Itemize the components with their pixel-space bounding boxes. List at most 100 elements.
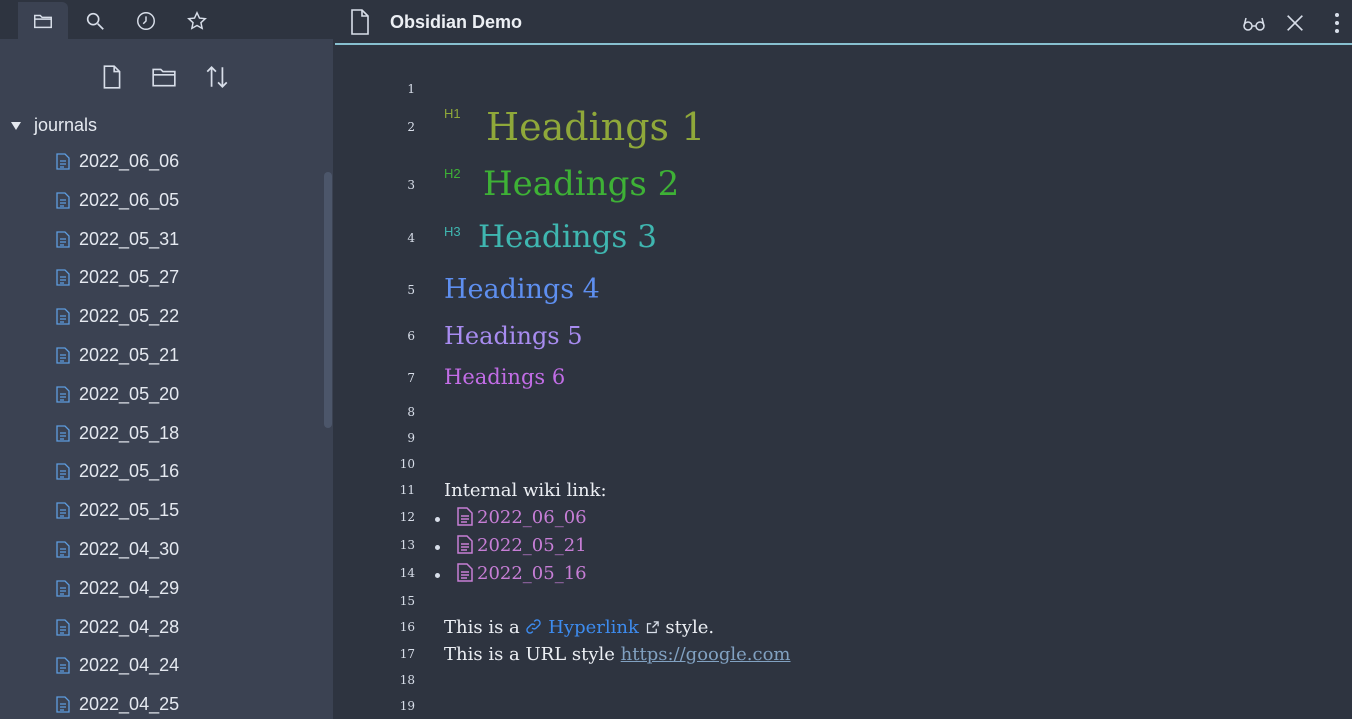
wiki-link-label: 2022_05_16 bbox=[477, 563, 587, 584]
file-icon bbox=[56, 308, 70, 325]
line-number: 15 bbox=[399, 594, 415, 608]
hyperlink-suffix: style. bbox=[665, 617, 715, 638]
file-actions-bar bbox=[0, 56, 333, 98]
file-icon bbox=[56, 347, 70, 364]
file-item[interactable]: 2022_06_06 bbox=[0, 147, 322, 177]
wiki-link[interactable]: 2022_05_21 bbox=[457, 535, 587, 556]
file-item[interactable]: 2022_05_16 bbox=[0, 457, 322, 487]
internal-link-label: Internal wiki link: bbox=[444, 480, 607, 501]
sort-button[interactable] bbox=[202, 62, 232, 92]
file-name: 2022_04_25 bbox=[79, 694, 180, 715]
heading-2: Headings 2 bbox=[483, 164, 680, 204]
tab-starred[interactable] bbox=[172, 2, 222, 39]
heading-1: Headings 1 bbox=[486, 105, 706, 149]
link-icon bbox=[526, 619, 542, 634]
file-name: 2022_05_22 bbox=[79, 306, 180, 327]
file-item[interactable]: 2022_05_31 bbox=[0, 225, 322, 255]
file-item[interactable]: 2022_04_28 bbox=[0, 613, 322, 643]
star-icon bbox=[187, 10, 207, 30]
file-icon bbox=[56, 696, 70, 713]
sidebar-scrollbar-thumb[interactable] bbox=[324, 172, 332, 428]
file-item[interactable]: 2022_04_25 bbox=[0, 690, 322, 719]
file-icon bbox=[56, 230, 70, 248]
caret-down-icon bbox=[11, 122, 21, 130]
file-explorer-sidebar: journals 2022_06_06 2022_06_05 2022_05_31 2… bbox=[0, 0, 333, 719]
file-icon bbox=[56, 192, 70, 209]
file-name: 2022_05_31 bbox=[79, 228, 180, 249]
file-name: 2022_04_29 bbox=[79, 577, 180, 598]
folder-journals[interactable]: journals bbox=[0, 112, 322, 138]
wiki-link[interactable]: 2022_05_16 bbox=[457, 563, 587, 584]
hyperlink[interactable]: Hyperlink bbox=[548, 617, 639, 638]
new-note-button[interactable] bbox=[97, 62, 127, 92]
file-icon bbox=[56, 269, 70, 287]
file-name: 2022_05_15 bbox=[79, 500, 180, 521]
line-number: 6 bbox=[407, 329, 415, 343]
note-link-icon bbox=[457, 507, 473, 526]
new-folder-icon bbox=[152, 68, 176, 87]
file-name: 2022_05_16 bbox=[79, 461, 180, 482]
file-name: 2022_06_06 bbox=[79, 151, 180, 171]
file-name: 2022_05_21 bbox=[79, 345, 180, 365]
heading-marker-h2: H2 bbox=[444, 166, 461, 181]
folder-icon bbox=[34, 14, 52, 28]
line-number: 5 bbox=[407, 283, 415, 297]
line-number: 18 bbox=[399, 673, 415, 687]
file-item[interactable]: 2022_05_21 bbox=[0, 341, 322, 371]
wiki-link-label: 2022_06_06 bbox=[477, 507, 587, 528]
heading-3: Headings 3 bbox=[478, 219, 657, 255]
view-title: Obsidian Demo bbox=[390, 12, 523, 32]
close-icon bbox=[1287, 15, 1303, 31]
wiki-link[interactable]: 2022_06_06 bbox=[457, 507, 587, 528]
file-name: 2022_04_30 bbox=[79, 539, 180, 559]
search-icon bbox=[86, 12, 104, 30]
file-icon bbox=[56, 153, 70, 170]
file-item[interactable]: 2022_05_27 bbox=[0, 263, 322, 293]
close-button[interactable] bbox=[1283, 11, 1307, 35]
file-icon bbox=[56, 386, 70, 403]
reading-view-button[interactable] bbox=[1242, 11, 1266, 35]
heading-4: Headings 4 bbox=[444, 274, 600, 305]
hyperlink-prefix: This is a bbox=[444, 617, 526, 638]
editor-content[interactable]: 1 2 3 4 5 6 7 8 9 10 11 12 13 14 15 16 17 18 19 H1 Heading… bbox=[335, 47, 1352, 719]
folder-label: journals bbox=[34, 115, 98, 135]
sort-icon bbox=[206, 66, 228, 88]
file-item[interactable]: 2022_05_20 bbox=[0, 380, 322, 410]
file-name: 2022_05_27 bbox=[79, 267, 180, 288]
hyperlink-line: This is a Hyperlink style. bbox=[444, 617, 714, 638]
tab-search[interactable] bbox=[70, 2, 120, 39]
tab-files[interactable] bbox=[18, 2, 68, 39]
file-name: 2022_04_28 bbox=[79, 616, 180, 637]
editor-pane: Obsidian Demo 1 2 3 4 5 6 7 8 9 10 11 12 13 14 15 16 17 1… bbox=[335, 0, 1352, 719]
reading-view-icon bbox=[1243, 17, 1265, 31]
sidebar-tab-bar bbox=[0, 0, 333, 39]
file-icon bbox=[56, 657, 70, 675]
url-link[interactable]: https://google.com bbox=[621, 644, 791, 665]
line-number: 11 bbox=[399, 483, 415, 497]
file-item[interactable]: 2022_05_15 bbox=[0, 496, 322, 526]
list-bullet bbox=[435, 517, 440, 522]
heading-marker-h1: H1 bbox=[444, 106, 461, 121]
tab-recent[interactable] bbox=[121, 2, 171, 39]
heading-6: Headings 6 bbox=[444, 365, 566, 389]
file-item[interactable]: 2022_04_30 bbox=[0, 535, 322, 565]
external-link-icon bbox=[646, 621, 659, 634]
file-item[interactable]: 2022_05_22 bbox=[0, 302, 322, 332]
file-tree: journals 2022_06_06 2022_06_05 2022_05_31 2… bbox=[0, 108, 322, 719]
file-item[interactable]: 2022_04_24 bbox=[0, 651, 322, 681]
file-item[interactable]: 2022_06_05 bbox=[0, 186, 322, 216]
more-options-button[interactable] bbox=[1325, 11, 1349, 35]
file-name: 2022_06_05 bbox=[79, 189, 180, 210]
list-bullet bbox=[435, 545, 440, 550]
line-number: 12 bbox=[399, 510, 415, 524]
heading-5: Headings 5 bbox=[444, 322, 583, 350]
url-prefix: This is a URL style bbox=[444, 644, 621, 665]
file-item[interactable]: 2022_04_29 bbox=[0, 574, 322, 604]
new-file-icon bbox=[103, 65, 121, 89]
file-icon bbox=[56, 424, 70, 442]
new-folder-button[interactable] bbox=[149, 62, 179, 92]
line-number: 19 bbox=[399, 699, 415, 713]
note-link-icon bbox=[457, 535, 473, 554]
line-number: 16 bbox=[399, 620, 415, 634]
file-item[interactable]: 2022_05_18 bbox=[0, 419, 322, 449]
